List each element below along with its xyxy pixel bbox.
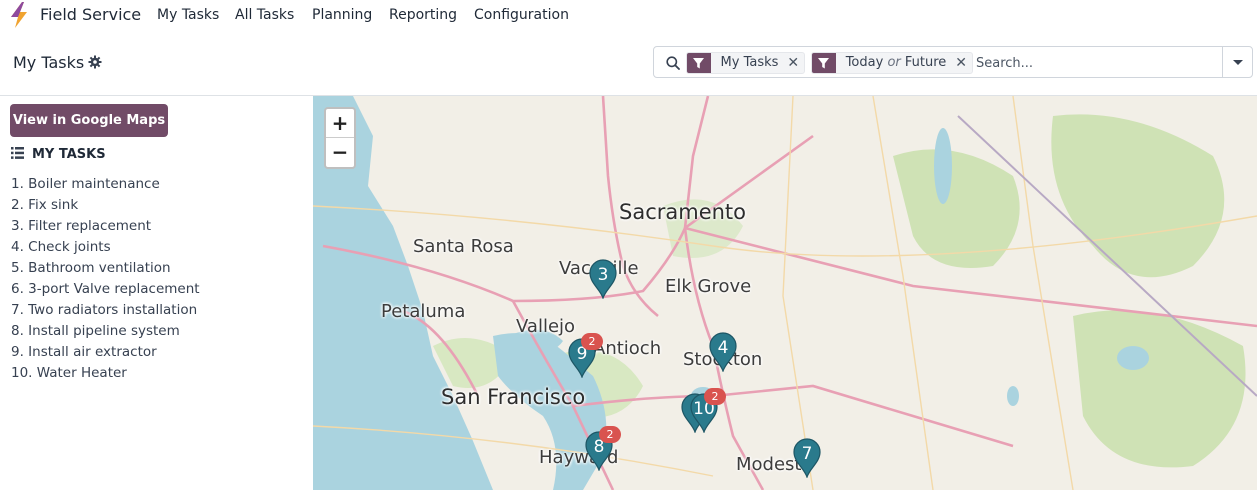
menu-my-tasks[interactable]: My Tasks bbox=[157, 7, 219, 23]
task-item[interactable]: 7. Two radiators installation bbox=[11, 301, 200, 322]
zoom-out-button[interactable]: − bbox=[326, 138, 354, 167]
page-title: My Tasks bbox=[13, 53, 85, 72]
gear-icon[interactable] bbox=[88, 55, 102, 69]
city-label: Santa Rosa bbox=[413, 236, 514, 257]
map-tiles bbox=[313, 96, 1257, 490]
city-label: Antioch bbox=[593, 338, 662, 359]
facet-value: Today or Future bbox=[845, 55, 947, 70]
task-item[interactable]: 9. Install air extractor bbox=[11, 343, 200, 364]
task-item[interactable]: 1. Boiler maintenance bbox=[11, 175, 200, 196]
task-item[interactable]: 4. Check joints bbox=[11, 238, 200, 259]
zoom-control: + − bbox=[324, 107, 356, 169]
city-label: San Francisco bbox=[441, 385, 586, 409]
filter-icon bbox=[687, 53, 711, 73]
list-icon bbox=[11, 147, 24, 159]
city-label: Elk Grove bbox=[665, 276, 752, 297]
task-item[interactable]: 6. 3-port Valve replacement bbox=[11, 280, 200, 301]
map-marker[interactable]: 4 bbox=[708, 332, 738, 372]
city-label: Petaluma bbox=[381, 301, 466, 322]
task-item[interactable]: 5. Bathroom ventilation bbox=[11, 259, 200, 280]
search-input[interactable] bbox=[976, 52, 1216, 74]
task-item[interactable]: 2. Fix sink bbox=[11, 196, 200, 217]
view-in-google-maps-button[interactable]: View in Google Maps bbox=[10, 104, 168, 137]
city-label: Sacramento bbox=[619, 200, 747, 224]
task-item[interactable]: 8. Install pipeline system bbox=[11, 322, 200, 343]
app-name[interactable]: Field Service bbox=[40, 5, 141, 24]
marker-count-badge: 2 bbox=[599, 426, 621, 443]
task-list: 1. Boiler maintenance 2. Fix sink 3. Fil… bbox=[11, 175, 200, 385]
menu-configuration[interactable]: Configuration bbox=[474, 7, 569, 23]
menu-planning[interactable]: Planning bbox=[312, 7, 372, 23]
facet-value: My Tasks bbox=[720, 55, 779, 70]
zoom-in-button[interactable]: + bbox=[326, 109, 354, 138]
search-options-toggle[interactable] bbox=[1222, 47, 1252, 77]
map-view[interactable]: Sacramento Santa Rosa Vacaville Elk Grov… bbox=[313, 96, 1257, 490]
search-icon[interactable] bbox=[666, 56, 680, 70]
filter-icon bbox=[812, 53, 836, 73]
facet-date: Today or Future ✕ bbox=[811, 52, 973, 74]
marker-count-badge: 2 bbox=[581, 333, 603, 350]
menu-all-tasks[interactable]: All Tasks bbox=[235, 7, 294, 23]
search-bar: My Tasks ✕ Today or Future ✕ bbox=[653, 46, 1253, 78]
task-item[interactable]: 3. Filter replacement bbox=[11, 217, 200, 238]
caret-down-icon bbox=[1233, 60, 1243, 65]
remove-facet-icon[interactable]: ✕ bbox=[950, 53, 972, 73]
top-navbar: Field Service My Tasks All Tasks Plannin… bbox=[0, 0, 1257, 31]
facet-my-tasks: My Tasks ✕ bbox=[686, 52, 805, 74]
tasks-heading: MY TASKS bbox=[11, 147, 106, 162]
marker-count-badge: 2 bbox=[704, 388, 726, 405]
map-marker[interactable]: 7 bbox=[792, 438, 822, 478]
menu-reporting[interactable]: Reporting bbox=[389, 7, 457, 23]
city-label: Vallejo bbox=[516, 316, 576, 337]
map-marker[interactable]: 3 bbox=[588, 259, 618, 299]
task-item[interactable]: 10. Water Heater bbox=[11, 364, 200, 385]
remove-facet-icon[interactable]: ✕ bbox=[782, 53, 804, 73]
field-service-bolt-icon[interactable] bbox=[8, 2, 30, 28]
